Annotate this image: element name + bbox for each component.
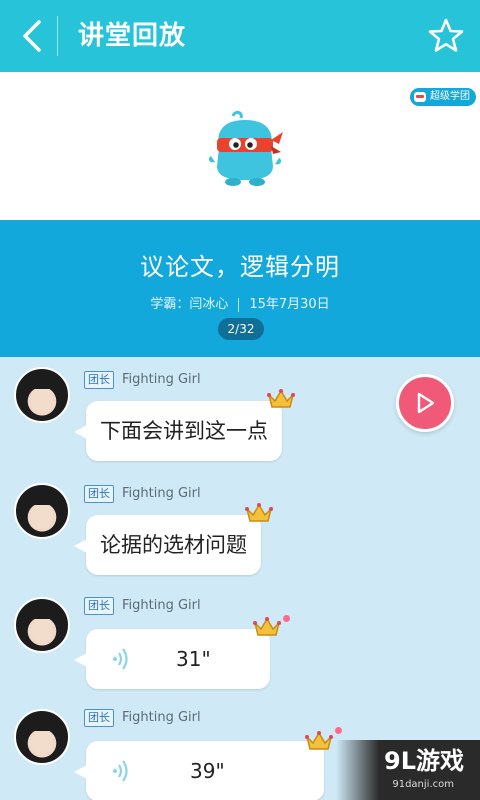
voice-duration: 39"	[190, 759, 225, 783]
meta-divider	[238, 298, 240, 312]
crown-icon	[305, 731, 333, 750]
lesson-banner: 超级学团	[0, 72, 480, 220]
chevron-left-icon	[23, 20, 41, 52]
avatar[interactable]	[14, 483, 70, 539]
username: Fighting Girl	[122, 710, 201, 725]
page-indicator: 2/32	[218, 318, 264, 340]
lesson-info-panel: 议论文，逻辑分明 学霸：闫冰心 15年7月30日 2/32	[0, 220, 480, 357]
lesson-teacher: 学霸：闫冰心	[150, 297, 229, 312]
role-tag: 团长	[84, 485, 114, 503]
message-text: 论据的选材问题	[100, 533, 247, 557]
voice-wave-icon	[113, 648, 128, 670]
message-bubble[interactable]: 下面会讲到这一点	[74, 401, 282, 461]
divider	[57, 16, 58, 56]
voice-message-bubble[interactable]: 39"	[74, 741, 324, 800]
username: Fighting Girl	[122, 486, 201, 501]
lesson-meta: 学霸：闫冰心 15年7月30日	[0, 296, 480, 314]
avatar[interactable]	[14, 367, 70, 423]
group-badge: 超级学团	[410, 88, 476, 106]
message-text: 下面会讲到这一点	[100, 419, 268, 443]
crown-icon	[245, 503, 273, 522]
watermark-url: 91danji.com	[392, 779, 454, 790]
lesson-date: 15年7月30日	[249, 297, 330, 312]
star-outline-icon	[428, 18, 464, 52]
play-icon	[417, 392, 435, 414]
play-button[interactable]	[396, 374, 454, 432]
voice-wave-icon	[113, 760, 128, 782]
role-tag: 团长	[84, 371, 114, 389]
message-bubble[interactable]: 论据的选材问题	[74, 515, 261, 575]
username: Fighting Girl	[122, 598, 201, 613]
avatar[interactable]	[14, 597, 70, 653]
group-badge-icon	[414, 92, 426, 102]
lesson-title: 议论文，逻辑分明	[140, 253, 340, 281]
back-button[interactable]	[10, 12, 54, 60]
message-item: 团长 Fighting Girl 31"	[0, 593, 480, 709]
role-tag: 团长	[84, 709, 114, 727]
crown-icon	[253, 617, 281, 636]
crown-icon	[267, 389, 295, 408]
unread-dot	[335, 727, 342, 734]
username: Fighting Girl	[122, 372, 201, 387]
avatar[interactable]	[14, 709, 70, 765]
watermark-logo: 9L游戏	[384, 747, 464, 775]
top-bar: 讲堂回放	[0, 0, 480, 72]
mascot-logo	[208, 110, 283, 186]
unread-dot	[283, 615, 290, 622]
role-tag: 团长	[84, 597, 114, 615]
group-badge-label: 超级学团	[430, 91, 470, 102]
page-title: 讲堂回放	[78, 21, 187, 51]
message-item: 团长 Fighting Girl 论据的选材问题	[0, 477, 480, 593]
watermark: 9L游戏 91danji.com	[336, 740, 480, 800]
voice-duration: 31"	[176, 647, 211, 671]
favorite-button[interactable]	[426, 14, 466, 58]
voice-message-bubble[interactable]: 31"	[74, 629, 270, 689]
